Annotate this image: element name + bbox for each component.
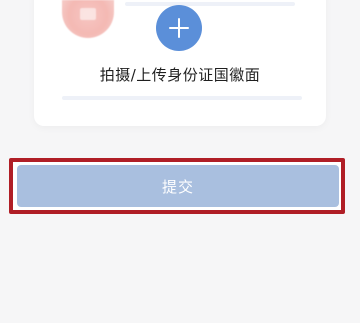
submit-button[interactable]: 提交	[17, 165, 339, 207]
faint-divider-top	[125, 2, 295, 6]
add-photo-button[interactable]	[156, 5, 202, 51]
faint-divider-bottom	[62, 96, 302, 100]
upload-id-emblem-label: 拍摄/上传身份证国徽面	[99, 66, 261, 84]
plus-icon	[169, 18, 189, 38]
